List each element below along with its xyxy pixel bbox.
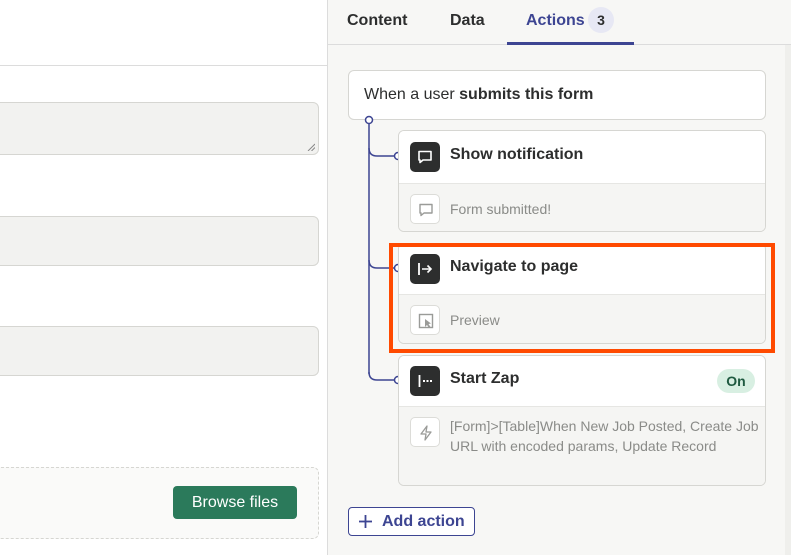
action-card-header[interactable]: Start Zap On: [399, 356, 765, 406]
scrollbar-track[interactable]: [785, 45, 791, 555]
lightning-icon: [410, 417, 440, 447]
browse-files-button[interactable]: Browse files: [173, 486, 297, 519]
divider: [0, 65, 327, 66]
action-card-body[interactable]: Form submitted!: [399, 183, 765, 231]
action-title: Show notification: [450, 146, 584, 163]
action-body-text: [Form]>[Table]When New Job Posted, Creat…: [450, 418, 759, 454]
action-card-body[interactable]: [Form]>[Table]When New Job Posted, Creat…: [399, 406, 765, 485]
status-badge: On: [717, 369, 755, 393]
add-action-button[interactable]: Add action: [348, 507, 475, 536]
actions-count-badge: 3: [588, 7, 614, 33]
text-input-field[interactable]: [0, 216, 319, 266]
form-canvas: Browse files: [0, 0, 327, 555]
action-card-start-zap[interactable]: Start Zap On [Form]>[Table]When New Job …: [398, 355, 766, 486]
panel-tabs: Content Data Actions 3: [328, 0, 791, 45]
message-outline-icon: [410, 194, 440, 224]
action-card-show-notification[interactable]: Show notification Form submitted!: [398, 130, 766, 232]
action-card-header[interactable]: Show notification: [399, 131, 765, 183]
zap-step-icon: [410, 366, 440, 396]
add-action-label: Add action: [382, 513, 465, 530]
action-title: Start Zap: [450, 370, 520, 387]
textarea-field[interactable]: [0, 102, 319, 155]
trigger-box: When a user submits this form: [348, 70, 766, 120]
tab-content[interactable]: Content: [347, 10, 407, 32]
tab-actions[interactable]: Actions: [526, 10, 585, 32]
action-card-navigate-to-page[interactable]: Navigate to page Preview: [398, 243, 766, 344]
settings-panel: Content Data Actions 3 When a user submi…: [327, 0, 791, 555]
plus-icon: [359, 515, 372, 528]
tab-data[interactable]: Data: [450, 10, 485, 32]
action-body-text: Preview: [450, 312, 500, 328]
text-input-field-2[interactable]: [0, 326, 319, 376]
trigger-emphasis: submits this form: [459, 86, 594, 103]
action-body-text: Form submitted!: [450, 201, 552, 217]
action-title: Navigate to page: [450, 258, 579, 275]
action-card-header[interactable]: Navigate to page: [399, 244, 765, 294]
message-icon: [410, 142, 440, 172]
resize-grip-icon[interactable]: [307, 143, 315, 151]
arrow-to-line-icon: [410, 254, 440, 284]
action-card-body[interactable]: Preview: [399, 294, 765, 343]
active-tab-indicator: [507, 42, 634, 45]
page-cursor-icon: [410, 305, 440, 335]
trigger-prefix: When a user: [364, 86, 460, 103]
